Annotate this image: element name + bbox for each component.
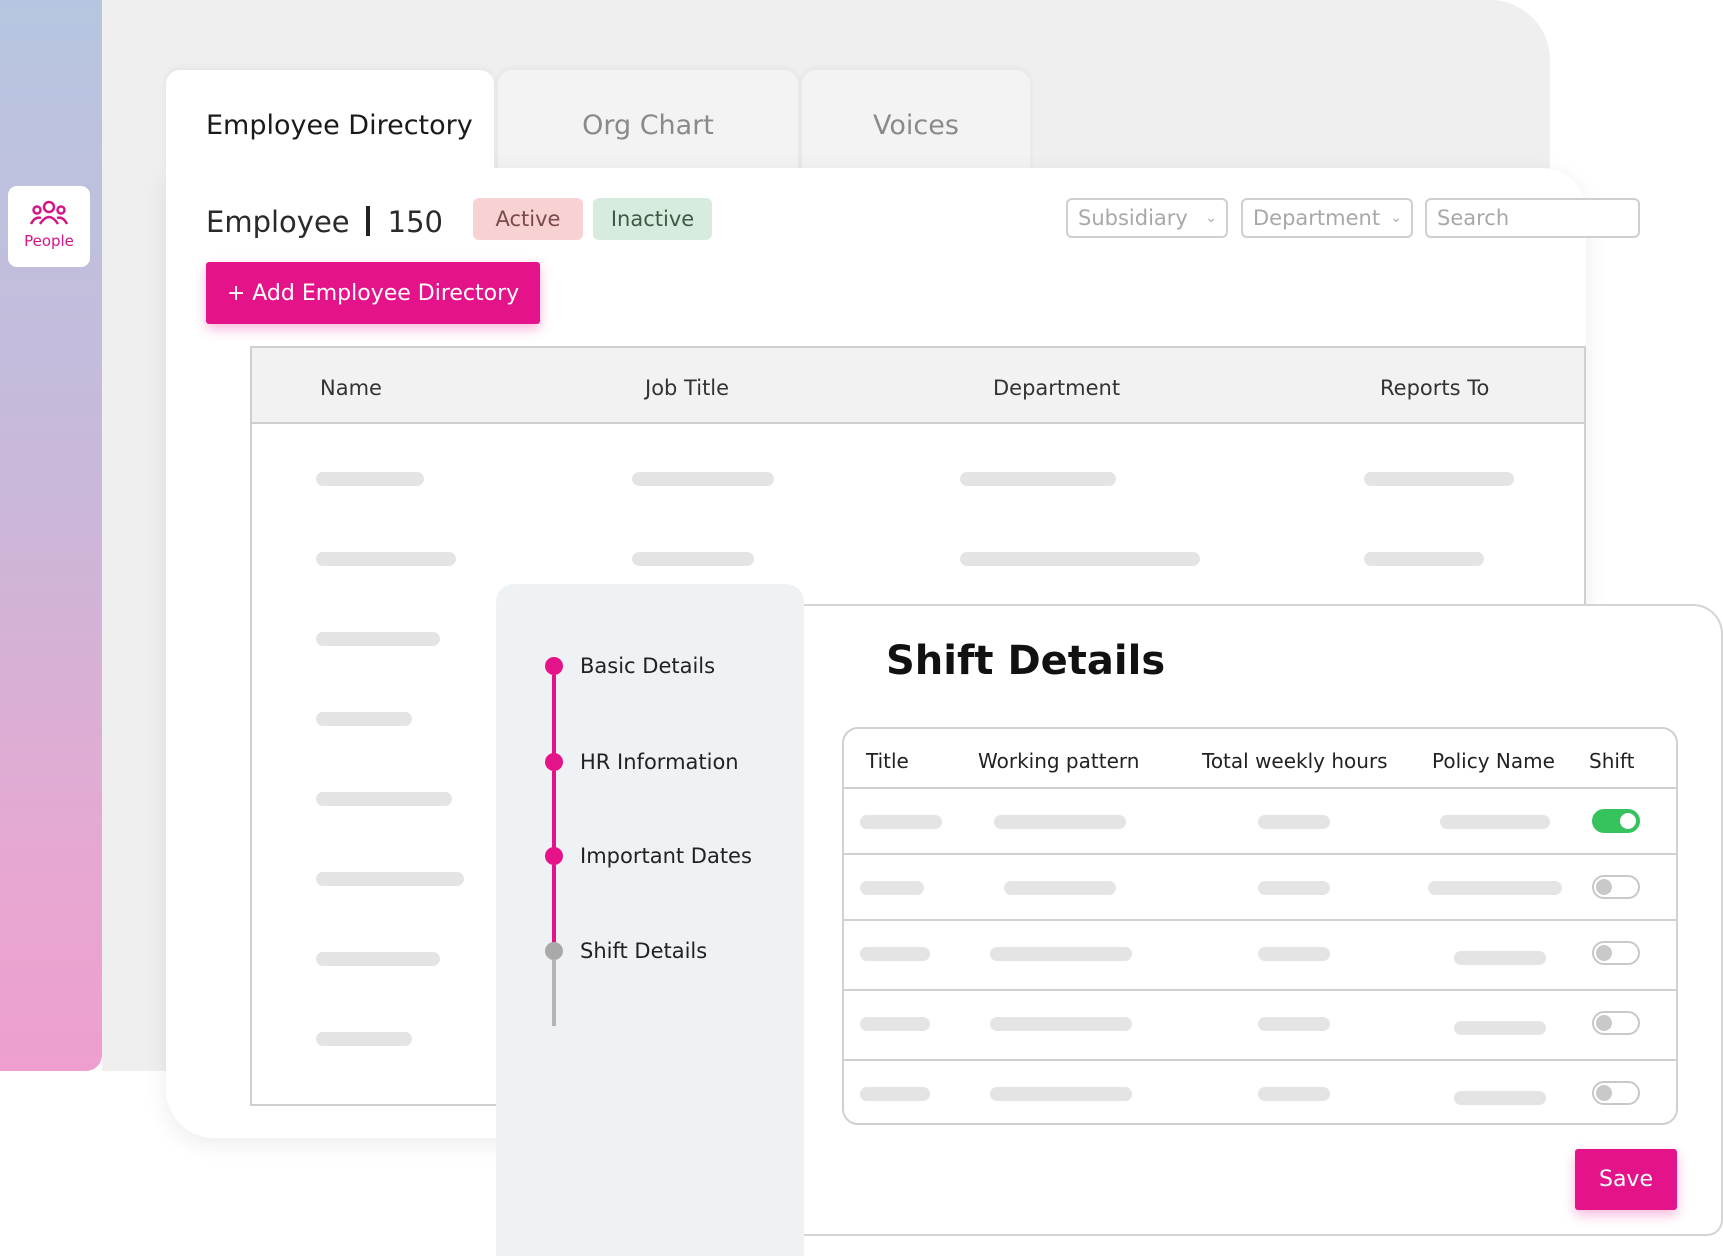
skeleton-cell <box>316 952 440 966</box>
skeleton-cell <box>1440 815 1550 829</box>
add-employee-directory-button[interactable]: + Add Employee Directory <box>206 262 540 324</box>
skeleton-cell <box>316 632 440 646</box>
chevron-down-icon: ⌄ <box>1390 210 1402 226</box>
step-hr-information[interactable]: HR Information <box>580 750 739 774</box>
skeleton-cell <box>316 792 452 806</box>
skeleton-cell <box>1258 881 1330 895</box>
toggle-knob <box>1596 879 1612 895</box>
column-header-department[interactable]: Department <box>993 376 1120 400</box>
skeleton-cell <box>1004 881 1116 895</box>
toggle-knob <box>1620 813 1636 829</box>
row-divider <box>844 919 1676 921</box>
column-header-reports-to[interactable]: Reports To <box>1380 376 1489 400</box>
shift-column-title: Title <box>866 749 909 773</box>
step-indicator-dot <box>545 657 563 675</box>
skeleton-cell <box>990 1017 1132 1031</box>
people-icon <box>29 200 69 225</box>
row-divider <box>844 853 1676 855</box>
skeleton-cell <box>1364 472 1514 486</box>
skeleton-cell <box>632 552 754 566</box>
shift-table: Title Working pattern Total weekly hours… <box>842 727 1678 1125</box>
toggle-knob <box>1596 945 1612 961</box>
shift-toggle[interactable] <box>1592 1011 1640 1035</box>
table-header: Name Job Title Department Reports To <box>252 348 1584 424</box>
shift-toggle[interactable] <box>1592 1081 1640 1105</box>
skeleton-cell <box>1258 1087 1330 1101</box>
search-placeholder: Search <box>1437 206 1510 230</box>
department-select-value: Department <box>1253 206 1381 230</box>
toggle-knob <box>1596 1015 1612 1031</box>
skeleton-cell <box>1258 1017 1330 1031</box>
save-button[interactable]: Save <box>1575 1149 1677 1210</box>
tab-org-chart[interactable]: Org Chart <box>498 70 798 171</box>
shift-toggle[interactable] <box>1592 809 1640 833</box>
step-connector <box>552 771 556 848</box>
active-filter-chip[interactable]: Active <box>473 198 583 240</box>
subsidiary-select-value: Subsidiary <box>1078 206 1188 230</box>
shift-toggle[interactable] <box>1592 941 1640 965</box>
skeleton-cell <box>994 815 1126 829</box>
column-header-name[interactable]: Name <box>320 376 382 400</box>
skeleton-cell <box>860 947 930 961</box>
skeleton-cell <box>860 815 942 829</box>
employee-label: Employee <box>206 205 350 239</box>
step-important-dates[interactable]: Important Dates <box>580 844 752 868</box>
skeleton-cell <box>1258 947 1330 961</box>
skeleton-cell <box>960 472 1116 486</box>
employee-count-header: Employee 150 <box>206 205 443 239</box>
shift-column-working-pattern: Working pattern <box>978 749 1140 773</box>
skeleton-cell <box>1258 815 1330 829</box>
sidebar-item-people[interactable]: People <box>8 186 90 267</box>
skeleton-cell <box>316 472 424 486</box>
column-header-job-title[interactable]: Job Title <box>645 376 729 400</box>
separator <box>365 206 370 236</box>
step-indicator-dot <box>545 942 563 960</box>
step-connector <box>552 865 556 943</box>
shift-column-total-weekly-hours: Total weekly hours <box>1202 749 1388 773</box>
search-input[interactable]: Search <box>1425 198 1640 238</box>
skeleton-cell <box>990 947 1132 961</box>
shift-column-shift: Shift <box>1589 749 1635 773</box>
skeleton-cell <box>1428 881 1562 895</box>
skeleton-cell <box>1454 951 1546 965</box>
skeleton-cell <box>860 881 924 895</box>
skeleton-cell <box>316 712 412 726</box>
skeleton-cell <box>860 1087 930 1101</box>
skeleton-cell <box>1454 1021 1546 1035</box>
skeleton-cell <box>990 1087 1132 1101</box>
employee-count: 150 <box>387 205 443 239</box>
skeleton-cell <box>860 1017 930 1031</box>
skeleton-cell <box>1454 1091 1546 1105</box>
step-indicator-dot <box>545 847 563 865</box>
inactive-filter-chip[interactable]: Inactive <box>593 198 712 240</box>
shift-toggle[interactable] <box>1592 875 1640 899</box>
row-divider <box>844 1059 1676 1061</box>
chevron-down-icon: ⌄ <box>1205 210 1217 226</box>
tab-voices[interactable]: Voices <box>802 70 1030 171</box>
skeleton-cell <box>316 552 456 566</box>
skeleton-cell <box>632 472 774 486</box>
row-divider <box>844 787 1676 789</box>
step-connector <box>552 960 556 1026</box>
department-select[interactable]: Department ⌄ <box>1241 198 1413 238</box>
steps-panel: Basic Details HR Information Important D… <box>496 584 804 1256</box>
skeleton-cell <box>316 1032 412 1046</box>
subsidiary-select[interactable]: Subsidiary ⌄ <box>1066 198 1228 238</box>
skeleton-cell <box>316 872 464 886</box>
tab-employee-directory[interactable]: Employee Directory <box>166 70 494 171</box>
skeleton-cell <box>1364 552 1484 566</box>
step-basic-details[interactable]: Basic Details <box>580 654 715 678</box>
tab-card-join <box>166 168 494 188</box>
toggle-knob <box>1596 1085 1612 1101</box>
step-shift-details[interactable]: Shift Details <box>580 939 707 963</box>
sidebar-item-label: People <box>24 232 74 250</box>
step-connector <box>552 675 556 754</box>
skeleton-cell <box>960 552 1200 566</box>
left-sidebar: People <box>0 0 102 1071</box>
shift-column-policy-name: Policy Name <box>1432 749 1555 773</box>
row-divider <box>844 989 1676 991</box>
step-indicator-dot <box>545 753 563 771</box>
shift-details-title: Shift Details <box>886 638 1166 684</box>
